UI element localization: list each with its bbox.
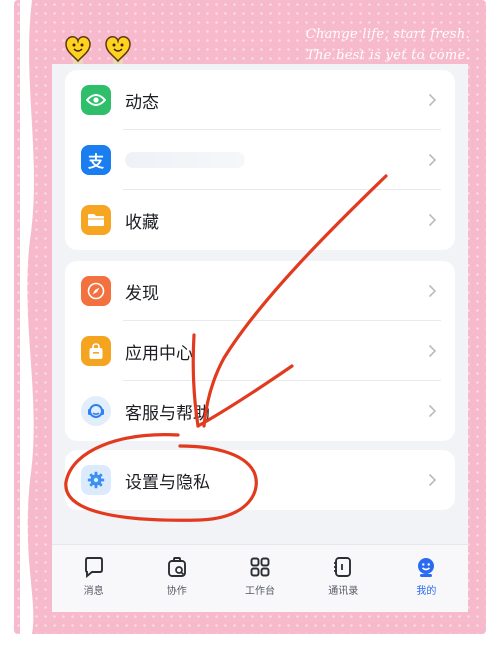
chevron-right-icon [428, 213, 437, 227]
app-screen: 动态 支 收藏 发现 应用中心 客服与帮助 设置与隐私 消息 协作 工作台 通讯… [52, 64, 468, 612]
menu-item-settings-privacy[interactable]: 设置与隐私 [65, 450, 455, 510]
tab-label: 我的 [416, 586, 437, 597]
tagline: Change life, start fresh. The best is ye… [306, 24, 470, 66]
folder-icon [81, 205, 111, 235]
tab-label: 工作台 [245, 586, 275, 597]
tagline-line-2: The best is yet to come. [306, 48, 470, 63]
menu-item-label: 动态 [125, 92, 159, 113]
menu-card-1: 动态 支 收藏 [65, 70, 455, 250]
tab-label: 消息 [83, 586, 104, 597]
bag-icon [81, 336, 111, 366]
menu-item-label: 发现 [125, 283, 159, 304]
tab-messages[interactable]: 消息 [52, 545, 135, 612]
tab-contacts[interactable]: 通讯录 [302, 545, 385, 612]
menu-item-dynamics[interactable]: 动态 [65, 70, 455, 130]
menu-card-2: 发现 应用中心 客服与帮助 [65, 261, 455, 441]
chevron-right-icon [428, 473, 437, 487]
chevron-right-icon [428, 93, 437, 107]
collab-icon [167, 557, 186, 577]
person-icon [418, 558, 435, 577]
grid-icon [250, 557, 270, 577]
tab-collaboration[interactable]: 协作 [135, 545, 218, 612]
menu-item-discover[interactable]: 发现 [65, 261, 455, 321]
eye-icon [81, 85, 111, 115]
gear-icon [81, 465, 111, 495]
chevron-right-icon [428, 284, 437, 298]
chat-icon [84, 557, 103, 578]
tab-label: 协作 [166, 586, 187, 597]
menu-item-alipay[interactable]: 支 [65, 130, 455, 190]
menu-item-label: 客服与帮助 [125, 403, 210, 424]
chevron-right-icon [428, 153, 437, 167]
chevron-right-icon [428, 404, 437, 418]
menu-item-customer-service[interactable]: 客服与帮助 [65, 381, 455, 441]
headset-icon [81, 396, 111, 426]
menu-item-label: 收藏 [125, 212, 159, 233]
menu-item-favorites[interactable]: 收藏 [65, 190, 455, 250]
bottom-tab-bar: 消息 协作 工作台 通讯录 我的 [52, 544, 468, 612]
menu-item-label: 应用中心 [125, 343, 193, 364]
chevron-right-icon [428, 344, 437, 358]
menu-item-label: 设置与隐私 [125, 472, 210, 493]
compass-icon [81, 276, 111, 306]
wavy-border-decoration [20, 0, 34, 634]
tab-me[interactable]: 我的 [385, 545, 468, 612]
blurred-label [125, 152, 245, 168]
tab-label: 通讯录 [328, 586, 359, 597]
menu-item-app-center[interactable]: 应用中心 [65, 321, 455, 381]
contacts-icon [334, 557, 352, 577]
tab-workbench[interactable]: 工作台 [218, 545, 301, 612]
alipay-icon: 支 [81, 145, 111, 175]
menu-card-3: 设置与隐私 [65, 450, 455, 510]
tagline-line-1: Change life, start fresh. [305, 27, 470, 42]
